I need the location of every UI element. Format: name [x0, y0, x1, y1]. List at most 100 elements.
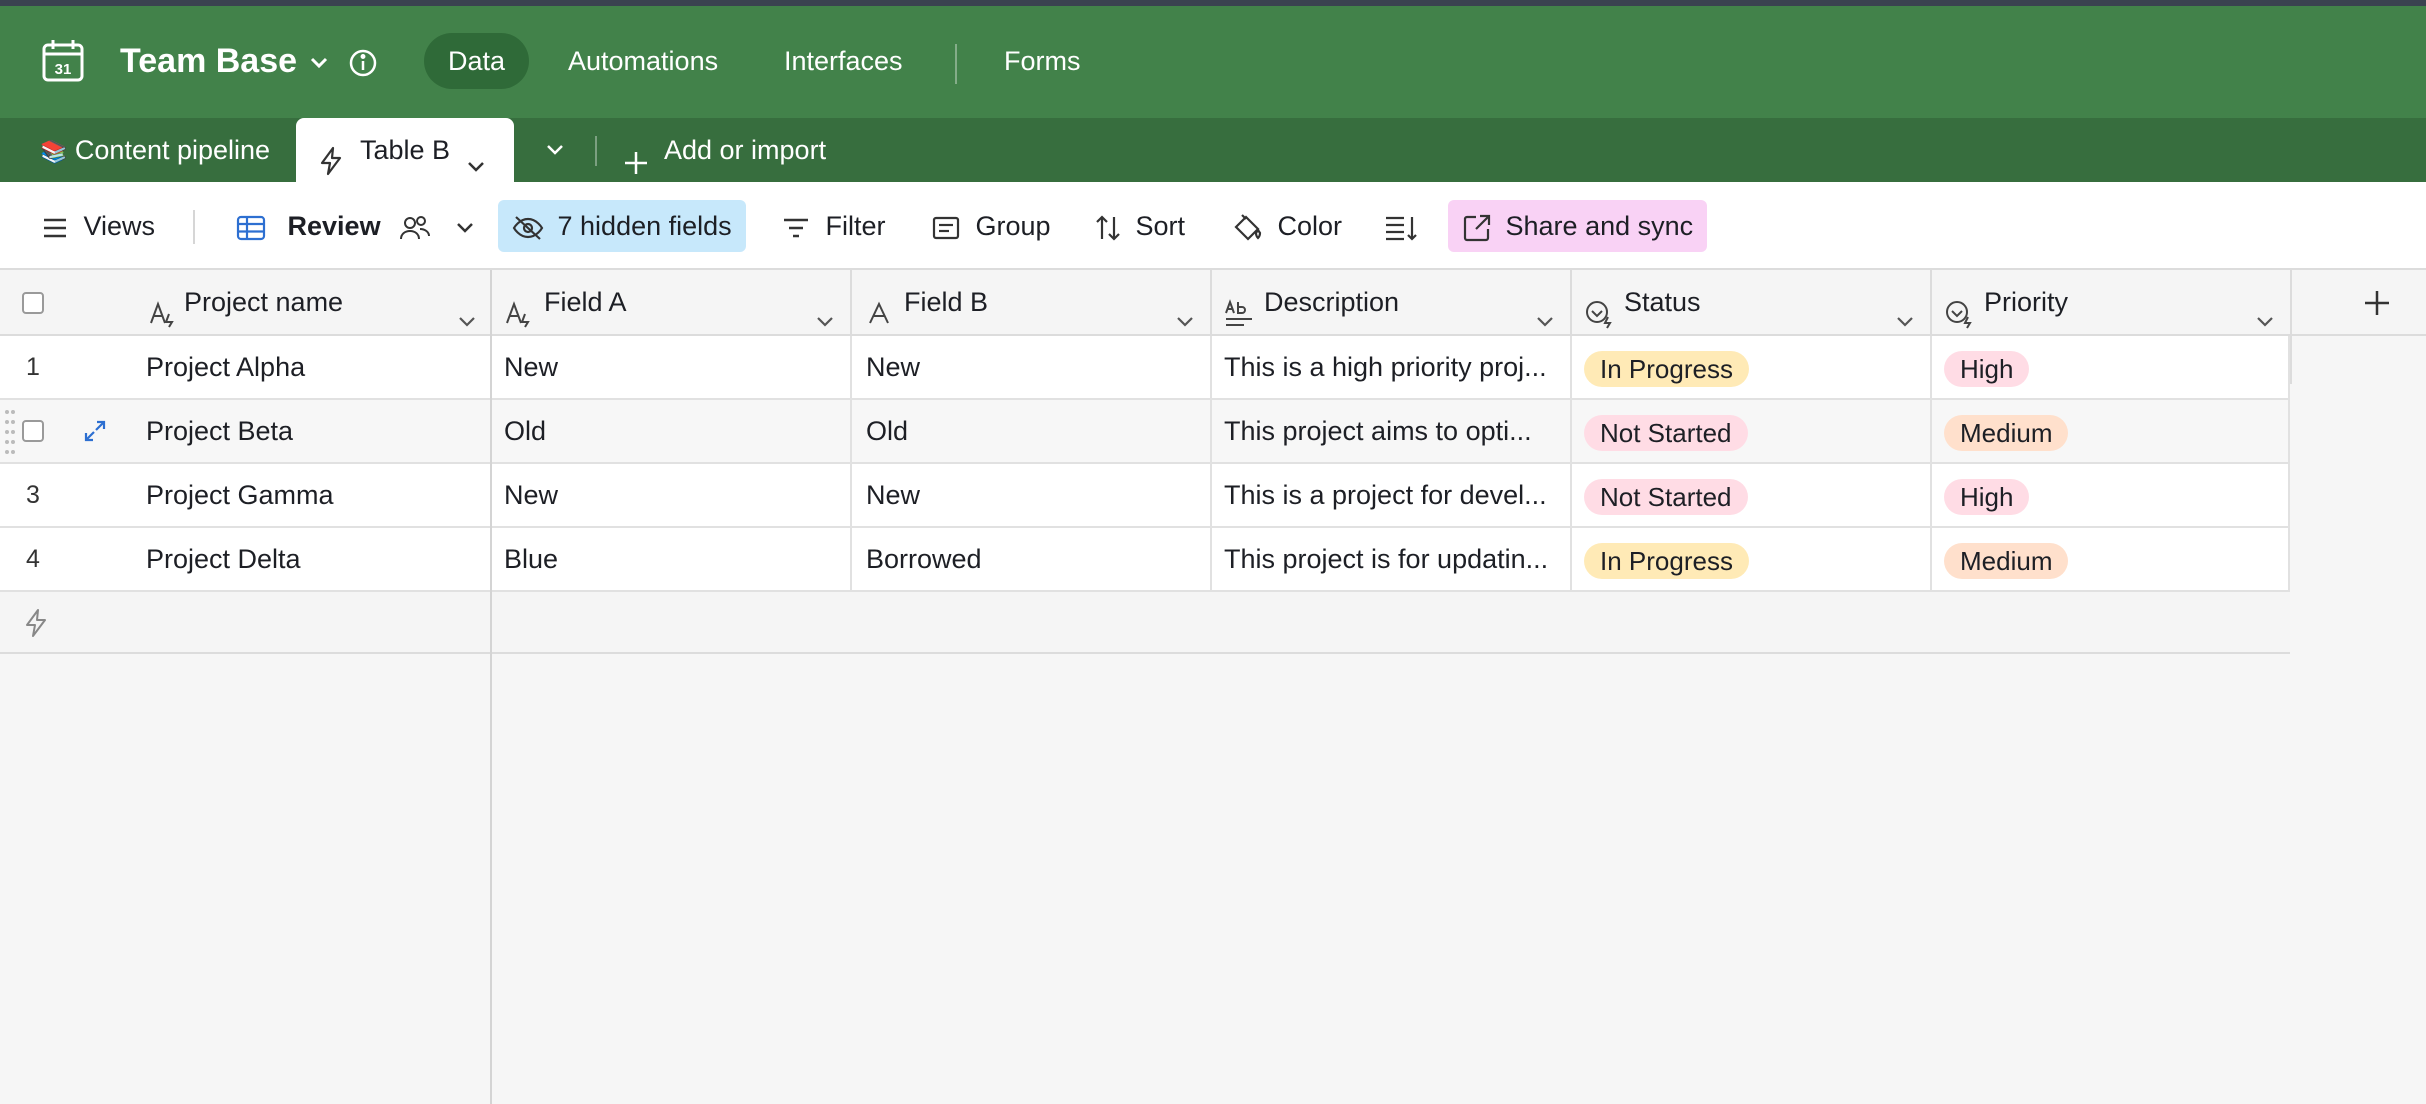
cell-field-b[interactable]: New — [852, 464, 1212, 526]
chevron-down-icon[interactable] — [2254, 292, 2276, 327]
sort-button[interactable]: Sort — [1080, 200, 1199, 252]
grid-header-row: Project name Field A Field B Description… — [0, 270, 2426, 336]
select-all-checkbox[interactable] — [22, 292, 44, 314]
cell-field-b[interactable]: New — [852, 336, 1212, 398]
base-title[interactable]: Team Base — [120, 40, 297, 82]
chevron-down-icon[interactable] — [814, 292, 836, 327]
table-tabs: 📚 Content pipeline Table B Add or import — [0, 118, 2426, 182]
app-header: 31 Team Base Data Automations Interfaces… — [0, 6, 2426, 118]
grid-right-border — [2290, 322, 2292, 384]
cell-status[interactable]: In Progress — [1572, 528, 1932, 590]
filter-label: Filter — [825, 211, 886, 241]
status-badge: Not Started — [1584, 478, 1748, 515]
add-or-import-label: Add or import — [664, 135, 827, 165]
share-icon — [1463, 214, 1491, 241]
more-tables-chevron-icon[interactable] — [543, 138, 567, 162]
column-header-project-name[interactable]: Project name — [138, 270, 492, 334]
column-header-priority[interactable]: Priority — [1932, 270, 2292, 334]
add-field-plus-icon[interactable] — [2360, 286, 2394, 320]
filter-icon — [784, 218, 808, 238]
cell-priority[interactable]: High — [1932, 336, 2290, 398]
long-text-icon — [1224, 288, 1254, 326]
hidden-fields-label: 7 hidden fields — [557, 211, 732, 241]
group-button[interactable]: Group — [918, 200, 1065, 252]
view-name: Review — [287, 211, 381, 241]
nav-interfaces[interactable]: Interfaces — [760, 33, 927, 89]
cell-field-a[interactable]: New — [492, 464, 852, 526]
cell-project-name[interactable]: Project Delta — [134, 528, 490, 590]
chevron-down-icon[interactable] — [456, 292, 478, 327]
cell-priority[interactable]: High — [1932, 464, 2290, 526]
table-row[interactable]: 3 Project Gamma New New This is a projec… — [0, 464, 2290, 528]
cell-field-a[interactable]: Blue — [492, 528, 852, 590]
single-line-text-icon — [864, 288, 894, 324]
color-button[interactable]: Color — [1218, 200, 1356, 252]
cell-field-b[interactable]: Old — [852, 400, 1212, 462]
cell-description[interactable]: This is a high priority proj... — [1212, 336, 1572, 398]
tab-label: Table B — [360, 135, 451, 165]
chevron-down-icon[interactable] — [1534, 292, 1556, 327]
cell-project-name[interactable]: Project Alpha — [134, 336, 490, 398]
group-label: Group — [975, 211, 1051, 241]
views-label: Views — [83, 211, 156, 241]
hidden-fields-button[interactable]: 7 hidden fields — [498, 200, 746, 252]
row-checkbox[interactable] — [22, 420, 44, 442]
column-header-status[interactable]: Status — [1572, 270, 1932, 334]
tab-table-b[interactable]: Table B — [296, 118, 514, 182]
cell-project-name[interactable]: Project Gamma — [134, 464, 490, 526]
tab-content-pipeline[interactable]: 📚 Content pipeline — [40, 118, 270, 182]
color-label: Color — [1277, 211, 1343, 241]
column-header-field-b[interactable]: Field B — [852, 270, 1212, 334]
formula-text-icon — [148, 288, 178, 328]
plus-icon — [622, 136, 650, 174]
cell-field-a[interactable]: Old — [492, 400, 852, 462]
cell-priority[interactable]: Medium — [1932, 400, 2290, 462]
status-badge: In Progress — [1584, 542, 1749, 579]
nav-data[interactable]: Data — [424, 33, 530, 89]
column-header-field-a[interactable]: Field A — [492, 270, 852, 334]
share-and-sync-button[interactable]: Share and sync — [1448, 200, 1708, 252]
add-or-import-button[interactable]: Add or import — [622, 118, 826, 182]
nav-automations[interactable]: Automations — [544, 33, 742, 89]
cell-status[interactable]: Not Started — [1572, 464, 1932, 526]
view-switcher[interactable]: Review — [222, 200, 490, 252]
cell-status[interactable]: In Progress — [1572, 336, 1932, 398]
collaborative-users-icon — [400, 215, 431, 239]
filter-button[interactable]: Filter — [768, 200, 900, 252]
column-header-description[interactable]: Description — [1212, 270, 1572, 334]
cell-description[interactable]: This project aims to opti... — [1212, 400, 1572, 462]
table-row[interactable]: 4 Project Delta Blue Borrowed This proje… — [0, 528, 2290, 592]
calendar-icon[interactable]: 31 — [40, 38, 86, 84]
chevron-down-icon[interactable] — [1894, 292, 1916, 327]
row-number: 3 — [26, 481, 40, 509]
cell-status[interactable]: Not Started — [1572, 400, 1932, 462]
views-button[interactable]: Views — [28, 200, 169, 252]
info-icon[interactable] — [348, 48, 378, 78]
table-row[interactable]: 1 Project Alpha New New This is a high p… — [0, 336, 2290, 400]
nav-forms[interactable]: Forms — [980, 33, 1105, 89]
column-label: Description — [1264, 287, 1400, 317]
chevron-down-icon[interactable] — [454, 217, 476, 239]
column-label: Field B — [904, 287, 989, 317]
chevron-down-icon[interactable] — [306, 50, 332, 76]
table-row[interactable]: Project Beta Old Old This project aims t… — [0, 400, 2290, 464]
row-height-icon — [1386, 216, 1417, 241]
cell-priority[interactable]: Medium — [1932, 528, 2290, 590]
add-record-row[interactable] — [0, 592, 2290, 654]
row-height-button[interactable] — [1370, 200, 1432, 252]
chevron-down-icon[interactable] — [464, 138, 488, 172]
drag-handle-icon[interactable] — [4, 406, 16, 456]
expand-record-icon[interactable] — [82, 418, 108, 444]
toolbar-divider — [193, 210, 195, 244]
cell-field-a[interactable]: New — [492, 336, 852, 398]
cell-description[interactable]: This is a project for devel... — [1212, 464, 1572, 526]
cell-field-b[interactable]: Borrowed — [852, 528, 1212, 590]
status-badge: In Progress — [1584, 350, 1749, 387]
bolt-icon[interactable] — [22, 608, 50, 638]
cell-project-name[interactable]: Project Beta — [134, 400, 490, 462]
chevron-down-icon[interactable] — [1174, 292, 1196, 327]
column-label: Field A — [544, 287, 627, 317]
cell-description[interactable]: This project is for updatin... — [1212, 528, 1572, 590]
view-toolbar: Views Review 7 hidden fields Filter Grou… — [0, 182, 2426, 270]
priority-badge: Medium — [1944, 414, 2069, 451]
